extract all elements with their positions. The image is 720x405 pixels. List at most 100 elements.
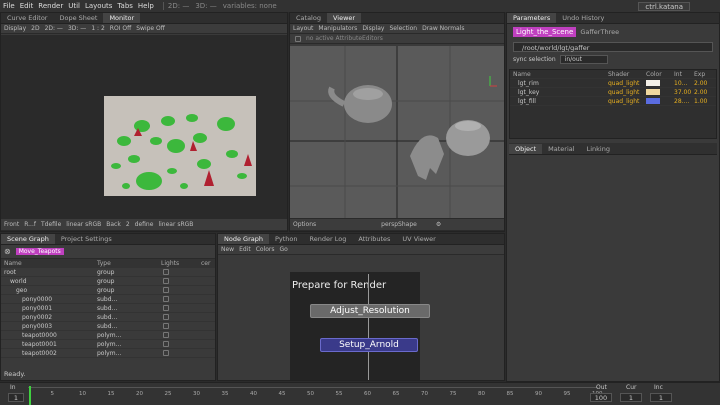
menu-layouts[interactable]: Layouts	[85, 2, 112, 10]
scenegraph-row[interactable]: pony0000 subd...	[1, 295, 215, 304]
scenegraph-row[interactable]: pony0002 subd...	[1, 313, 215, 322]
col-cer[interactable]: cer	[201, 260, 210, 267]
light-intensity[interactable]: 28....	[674, 98, 694, 105]
tab-python[interactable]: Python	[269, 234, 304, 244]
menu-util[interactable]: Util	[68, 2, 80, 10]
light-intensity[interactable]: 10...	[674, 80, 694, 87]
node-name-badge[interactable]: Light_the_Scene	[513, 27, 577, 37]
display-2d-dropdown[interactable]: 2D: —	[45, 25, 63, 32]
visibility-icon[interactable]	[163, 296, 169, 302]
node-setup-arnold[interactable]: Setup_Arnold	[320, 338, 418, 352]
tab-dope-sheet[interactable]: Dope Sheet	[53, 13, 103, 23]
light-row-key[interactable]: lgt_key quad_light 37.00 2.00	[510, 88, 716, 97]
tab-viewer[interactable]: Viewer	[326, 13, 362, 23]
sync-selection-dropdown[interactable]: in/out	[559, 55, 608, 64]
light-row-fill[interactable]: lgt_fill quad_light 28.... 1.00	[510, 97, 716, 106]
roi-dropdown[interactable]: ROI Off	[110, 25, 131, 32]
menu-help[interactable]: Help	[138, 2, 154, 10]
viewer-menu-display[interactable]: Display	[362, 25, 384, 32]
viewer-menu-draw-normals[interactable]: Draw Normals	[422, 25, 464, 32]
back-colorspace[interactable]: linear sRGB	[158, 221, 193, 228]
tab-material[interactable]: Material	[542, 144, 580, 154]
tab-node-graph[interactable]: Node Graph	[218, 234, 269, 244]
zoom-ratio[interactable]: 1 : 2	[91, 25, 104, 32]
tab-parameters[interactable]: Parameters	[507, 13, 557, 23]
tab-catalog[interactable]: Catalog	[290, 13, 327, 23]
col-name[interactable]: Name	[510, 71, 608, 78]
col-exp[interactable]: Exp	[694, 71, 705, 78]
scenegraph-row[interactable]: root group	[1, 268, 215, 277]
scenegraph-row[interactable]: pony0003 subd...	[1, 322, 215, 331]
tab-render-log[interactable]: Render Log	[304, 234, 353, 244]
scenegraph-row[interactable]: teapot0001 polym...	[1, 340, 215, 349]
light-shader[interactable]: quad_light	[608, 80, 646, 87]
scenegraph-row[interactable]: pony0001 subd...	[1, 304, 215, 313]
tab-linking[interactable]: Linking	[581, 144, 616, 154]
front-name[interactable]: R...f	[24, 221, 36, 228]
display-2d[interactable]: 2D	[31, 25, 39, 32]
light-exposure[interactable]: 2.00	[694, 80, 707, 87]
display-3d-dropdown[interactable]: 3D: —	[68, 25, 86, 32]
path-field[interactable]: /root/world/lgt/gaffer	[513, 42, 713, 52]
ng-menu-new[interactable]: New	[221, 246, 234, 253]
col-int[interactable]: Int	[674, 71, 694, 78]
gear-icon[interactable]: ⚙	[436, 221, 441, 228]
monitor-canvas[interactable]	[1, 35, 287, 219]
scenegraph-row[interactable]: geo group	[1, 286, 215, 295]
node-adjust-resolution[interactable]: Adjust_Resolution	[310, 304, 430, 318]
light-color-swatch[interactable]	[646, 80, 660, 86]
menu-file[interactable]: File	[3, 2, 15, 10]
light-intensity[interactable]: 37.00	[674, 89, 694, 96]
menubar-2d[interactable]: 2D: —	[168, 2, 189, 10]
front-colorspace[interactable]: linear sRGB	[66, 221, 101, 228]
visibility-icon[interactable]	[163, 332, 169, 338]
visibility-icon[interactable]	[163, 287, 169, 293]
ng-menu-go[interactable]: Go	[280, 246, 288, 253]
tab-object[interactable]: Object	[509, 143, 543, 154]
cur-value[interactable]: 1	[620, 393, 642, 402]
camera-name[interactable]: perspShape	[381, 221, 417, 228]
col-name[interactable]: Name	[1, 260, 97, 267]
menubar-3d[interactable]: 3D: —	[195, 2, 216, 10]
inc-value[interactable]: 1	[650, 393, 672, 402]
viewer-menu-layout[interactable]: Layout	[293, 25, 313, 32]
viewport-3d[interactable]	[290, 46, 504, 220]
light-row-rim[interactable]: lgt_rim quad_light 10... 2.00	[510, 79, 716, 88]
tab-monitor[interactable]: Monitor	[103, 13, 141, 23]
col-shader[interactable]: Shader	[608, 71, 646, 78]
viewer-menu-selection[interactable]: Selection	[389, 25, 417, 32]
col-type[interactable]: Type	[97, 260, 161, 267]
ctl-dropdown[interactable]: ctrl.katana	[638, 1, 690, 11]
menu-edit[interactable]: Edit	[20, 2, 34, 10]
visibility-icon[interactable]	[163, 305, 169, 311]
tab-curve-editor[interactable]: Curve Editor	[1, 13, 53, 23]
in-value[interactable]: 1	[8, 393, 24, 402]
tab-attributes[interactable]: Attributes	[352, 234, 396, 244]
viewer-menu-manipulators[interactable]: Manipulators	[318, 25, 357, 32]
col-lights[interactable]: Lights	[161, 260, 201, 267]
timeline-ruler[interactable]: 5101520253035404550556065707580859095100	[28, 387, 603, 405]
tab-scene-graph[interactable]: Scene Graph	[1, 234, 55, 244]
light-exposure[interactable]: 1.00	[694, 98, 707, 105]
scenegraph-row[interactable]: teapot0002 polym...	[1, 349, 215, 358]
visibility-icon[interactable]	[163, 278, 169, 284]
scenegraph-row[interactable]: teapot0000 polym...	[1, 331, 215, 340]
cancel-icon[interactable]: ⊗	[4, 247, 11, 256]
visibility-icon[interactable]	[163, 350, 169, 356]
tab-undo-history[interactable]: Undo History	[556, 13, 610, 23]
scenegraph-row[interactable]: world group	[1, 277, 215, 286]
ng-menu-colors[interactable]: Colors	[256, 246, 275, 253]
nodegraph-canvas[interactable]: Prepare for Render Adjust_Resolution Set…	[218, 256, 504, 380]
viewer-options[interactable]: Options	[293, 221, 316, 228]
light-color-swatch[interactable]	[646, 98, 660, 104]
light-shader[interactable]: quad_light	[608, 89, 646, 96]
light-exposure[interactable]: 2.00	[694, 89, 707, 96]
variables-label[interactable]: variables: none	[223, 2, 277, 10]
menu-render[interactable]: Render	[38, 2, 63, 10]
visibility-icon[interactable]	[163, 269, 169, 275]
swipe-dropdown[interactable]: Swipe Off	[136, 25, 165, 32]
attribute-editor-icon[interactable]	[295, 35, 301, 42]
ng-menu-edit[interactable]: Edit	[239, 246, 251, 253]
light-shader[interactable]: quad_light	[608, 98, 646, 105]
visibility-icon[interactable]	[163, 323, 169, 329]
